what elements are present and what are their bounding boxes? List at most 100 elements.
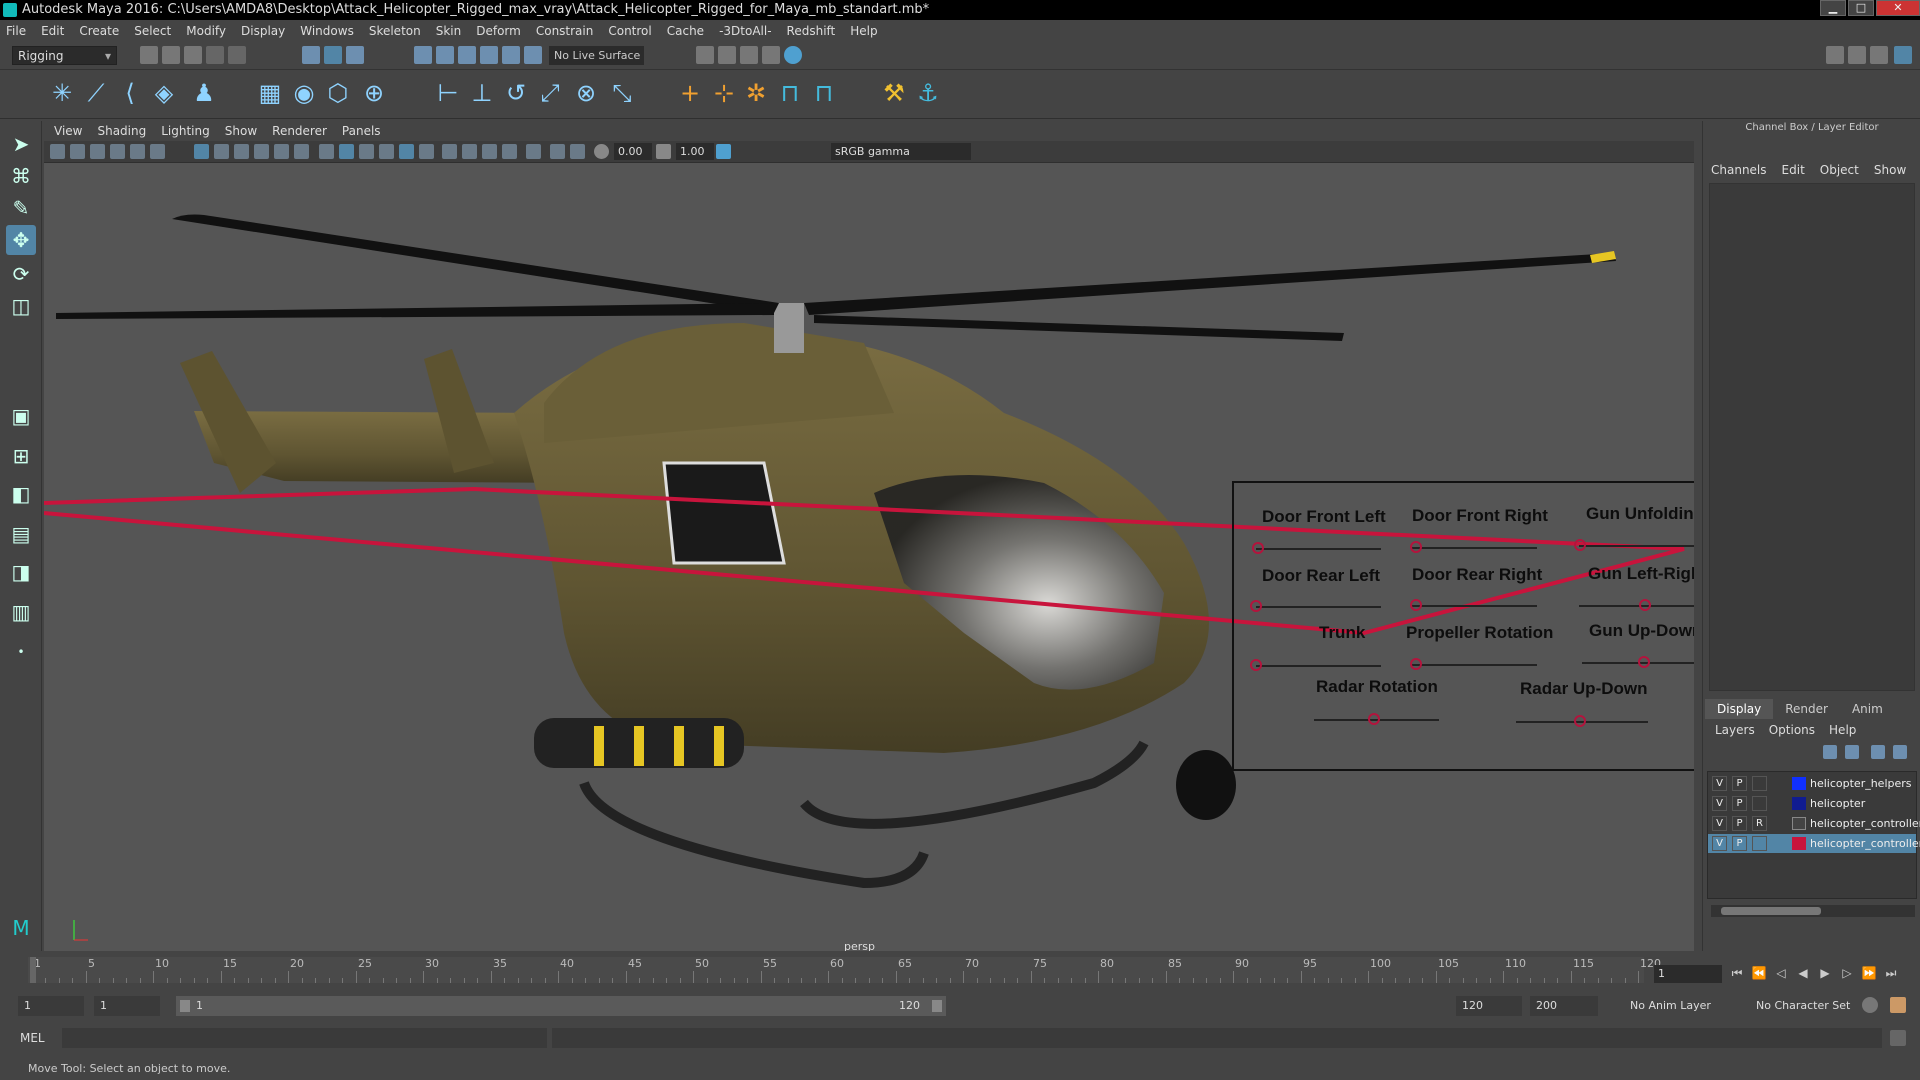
locator-icon[interactable]: + — [676, 79, 704, 107]
vp-menu-renderer[interactable]: Renderer — [272, 124, 327, 138]
tab-anim[interactable]: Anim — [1840, 699, 1895, 719]
step-back-frame-icon[interactable]: ◁ — [1770, 964, 1792, 982]
camera-attributes-icon[interactable] — [70, 144, 85, 159]
cb-menu-object[interactable]: Object — [1820, 163, 1859, 181]
open-scene-icon[interactable] — [162, 46, 180, 64]
film-gate-icon[interactable] — [214, 144, 229, 159]
depth-of-field-icon[interactable] — [482, 144, 497, 159]
step-forward-frame-icon[interactable]: ▷ — [1836, 964, 1858, 982]
render-view-icon[interactable] — [696, 46, 714, 64]
xray-icon[interactable] — [526, 144, 541, 159]
auto-key-icon[interactable] — [1862, 997, 1878, 1013]
paint-select-icon[interactable]: ✎ — [6, 193, 36, 223]
layer-visibility-toggle[interactable]: V — [1712, 776, 1727, 791]
new-layer-icon[interactable] — [1871, 745, 1885, 759]
slider-door-front-left-knob[interactable] — [1252, 542, 1264, 554]
side-by-side-icon[interactable]: ◧ — [6, 479, 36, 509]
channel-list[interactable] — [1709, 183, 1915, 691]
mirror-joint-icon[interactable]: ◈ — [150, 79, 178, 107]
scene-view[interactable]: Door Front Left Door Front Right Gun Unf… — [44, 163, 1694, 951]
view-transform-dropdown[interactable]: sRGB gamma — [831, 143, 971, 160]
safe-action-icon[interactable] — [294, 144, 309, 159]
exposure-field[interactable]: 0.00 — [614, 143, 652, 160]
character-set-dropdown[interactable]: No Character Set — [1750, 996, 1858, 1016]
current-frame-field[interactable]: 1 — [1654, 965, 1722, 983]
slider-door-front-right-knob[interactable] — [1410, 541, 1422, 553]
move-layer-down-icon[interactable] — [1845, 745, 1859, 759]
go-to-start-icon[interactable]: ⏮ — [1726, 964, 1748, 982]
move-tool-icon[interactable]: ✥ — [6, 225, 36, 255]
cb-menu-show[interactable]: Show — [1874, 163, 1906, 181]
menu-control[interactable]: Control — [608, 24, 651, 38]
layout-options-icon[interactable]: ▥ — [6, 597, 36, 627]
channel-box-icon[interactable] — [1894, 46, 1912, 64]
single-view-icon[interactable]: ▣ — [6, 401, 36, 431]
vp-menu-show[interactable]: Show — [225, 124, 257, 138]
tool-settings-icon[interactable] — [1870, 46, 1888, 64]
slider-door-rear-left-knob[interactable] — [1250, 600, 1262, 612]
select-tool-icon[interactable]: ➤ — [6, 129, 36, 159]
anti-aliasing-icon[interactable] — [462, 144, 477, 159]
layer-row-selected[interactable]: V P helicopter_controllers — [1708, 834, 1920, 853]
dope-sheet-icon[interactable]: ⊓ — [810, 79, 838, 107]
layer-color-swatch[interactable] — [1792, 797, 1806, 810]
shelf-menu-icon[interactable]: • — [6, 637, 36, 667]
layer-playback-toggle[interactable]: P — [1732, 836, 1747, 851]
humanik-icon[interactable]: ♟ — [190, 79, 218, 107]
layer-display-type-toggle[interactable] — [1752, 796, 1767, 811]
two-d-pan-icon[interactable] — [130, 144, 145, 159]
redo-icon[interactable] — [228, 46, 246, 64]
isolate-select-icon[interactable] — [502, 144, 517, 159]
menu-skin[interactable]: Skin — [436, 24, 462, 38]
use-all-lights-icon[interactable] — [379, 144, 394, 159]
wireframe-icon[interactable] — [319, 144, 334, 159]
go-to-end-icon[interactable]: ⏭ — [1880, 964, 1902, 982]
layer-playback-toggle[interactable]: P — [1732, 816, 1747, 831]
layer-row[interactable]: V P helicopter_helpers — [1708, 774, 1916, 793]
layer-menu-layers[interactable]: Layers — [1715, 723, 1755, 737]
slider-trunk-knob[interactable] — [1250, 659, 1262, 671]
playback-start-field[interactable]: 1 — [94, 996, 160, 1016]
wrap-deformer-icon[interactable]: ⚓ — [914, 79, 942, 107]
play-forwards-icon[interactable]: ▶ — [1814, 964, 1836, 982]
new-scene-icon[interactable] — [140, 46, 158, 64]
layer-color-swatch[interactable] — [1792, 837, 1806, 850]
menu-file[interactable]: File — [6, 24, 26, 38]
bookmark-icon[interactable] — [90, 144, 105, 159]
four-view-icon[interactable]: ⊞ — [6, 441, 36, 471]
field-chart-icon[interactable] — [274, 144, 289, 159]
screen-space-ao-icon[interactable] — [419, 144, 434, 159]
scale-tool-icon[interactable]: ◫ — [6, 291, 36, 321]
snap-grid-icon[interactable] — [414, 46, 432, 64]
select-hierarchy-icon[interactable] — [302, 46, 320, 64]
script-language-toggle[interactable]: MEL — [20, 1031, 45, 1045]
new-layer-selected-icon[interactable] — [1893, 745, 1907, 759]
ipr-render-icon[interactable] — [740, 46, 758, 64]
shadows-icon[interactable] — [399, 144, 414, 159]
layer-color-swatch[interactable] — [1792, 777, 1806, 790]
save-scene-icon[interactable] — [184, 46, 202, 64]
menu-create[interactable]: Create — [79, 24, 119, 38]
persp-outliner-icon[interactable]: ▤ — [6, 519, 36, 549]
xray-joints-icon[interactable] — [550, 144, 565, 159]
layer-playback-toggle[interactable]: P — [1732, 776, 1747, 791]
grease-pencil-icon[interactable] — [150, 144, 165, 159]
select-component-icon[interactable] — [346, 46, 364, 64]
menu-skeleton[interactable]: Skeleton — [369, 24, 421, 38]
motion-blur-icon[interactable] — [442, 144, 457, 159]
gate-mask-icon[interactable] — [254, 144, 269, 159]
menu-select[interactable]: Select — [134, 24, 171, 38]
scene-start-field[interactable]: 1 — [18, 996, 84, 1016]
menu-cache[interactable]: Cache — [667, 24, 704, 38]
cluster-icon[interactable]: ⊕ — [360, 79, 388, 107]
gamma-field[interactable]: 1.00 — [676, 143, 714, 160]
orient-constraint-icon[interactable]: ↺ — [502, 79, 530, 107]
render-current-icon[interactable] — [718, 46, 736, 64]
menu-constrain[interactable]: Constrain — [536, 24, 594, 38]
smooth-shade-icon[interactable] — [339, 144, 354, 159]
scrollbar-thumb[interactable] — [1721, 907, 1821, 915]
tab-display[interactable]: Display — [1705, 699, 1774, 719]
camera-select-icon[interactable] — [50, 144, 65, 159]
vp-menu-panels[interactable]: Panels — [342, 124, 381, 138]
attribute-editor-icon[interactable] — [1848, 46, 1866, 64]
